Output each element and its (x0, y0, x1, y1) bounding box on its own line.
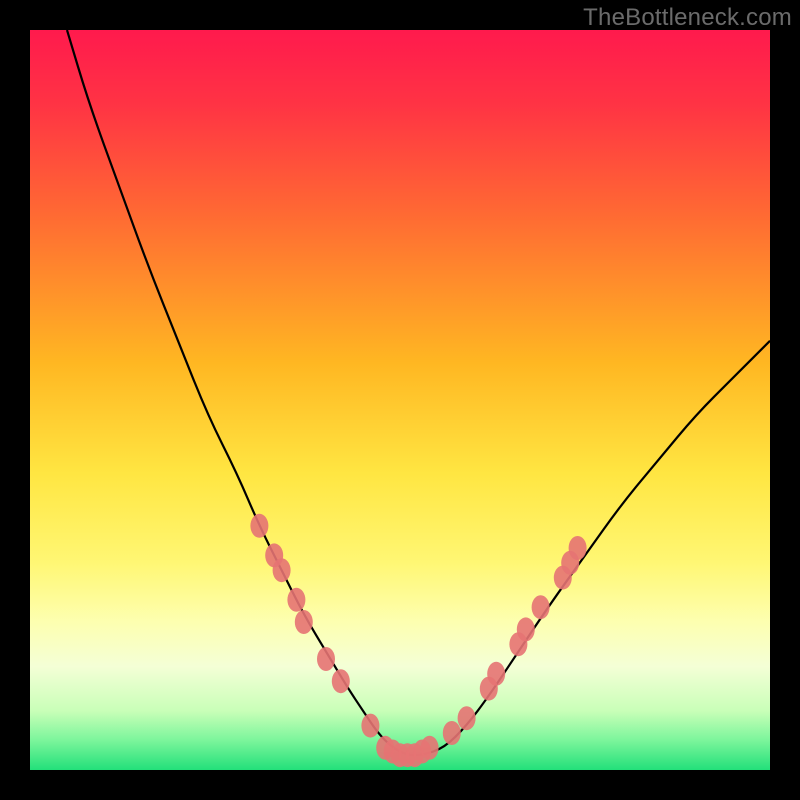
marker-point (458, 706, 476, 730)
marker-point (317, 647, 335, 671)
marker-point (487, 662, 505, 686)
marker-point (273, 558, 291, 582)
marker-point (421, 736, 439, 760)
marker-point (361, 714, 379, 738)
marker-point (332, 669, 350, 693)
marker-point (250, 514, 268, 538)
marker-point (295, 610, 313, 634)
marker-point (287, 588, 305, 612)
gradient-background (30, 30, 770, 770)
chart-frame: TheBottleneck.com (0, 0, 800, 800)
marker-point (532, 595, 550, 619)
marker-point (517, 617, 535, 641)
marker-point (569, 536, 587, 560)
watermark-text: TheBottleneck.com (583, 4, 792, 32)
plot-area (30, 30, 770, 770)
chart-svg (30, 30, 770, 770)
marker-point (443, 721, 461, 745)
